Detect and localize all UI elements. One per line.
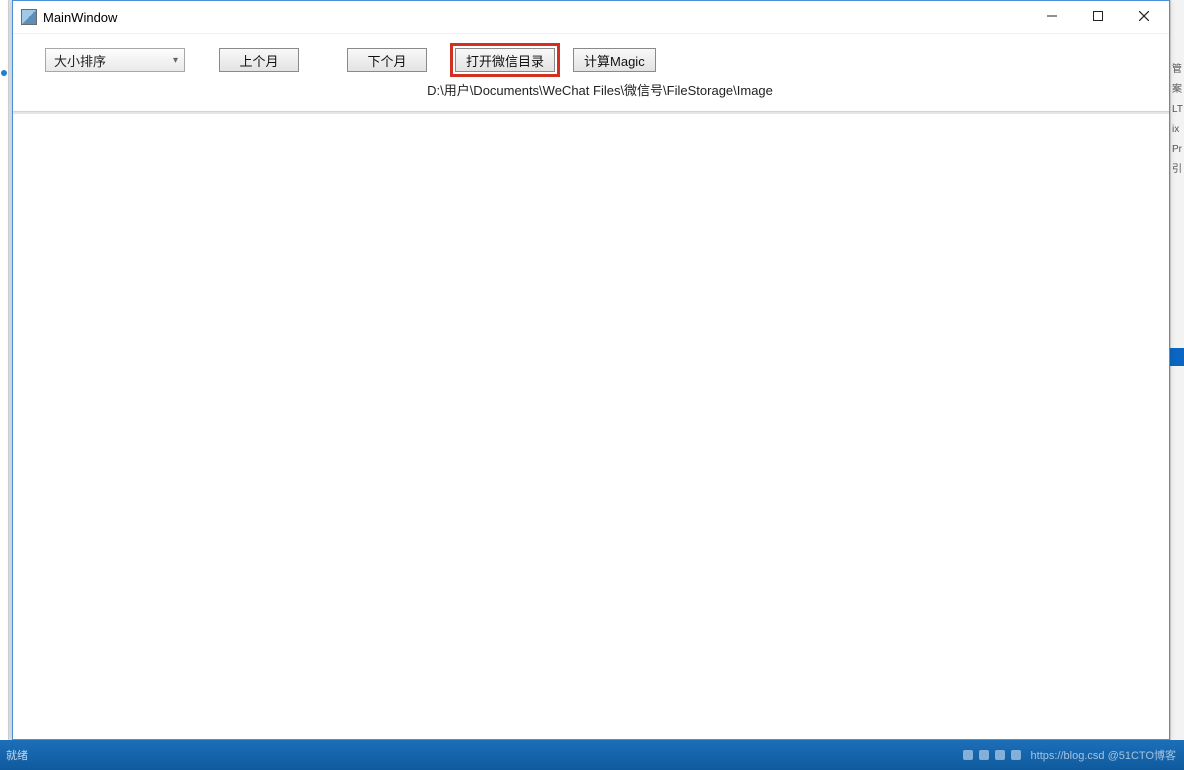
taskbar-status: 就绪 xyxy=(0,747,28,763)
bg-hint: 案 xyxy=(1171,80,1184,100)
prev-month-button[interactable]: 上个月 xyxy=(219,48,299,72)
bg-hint: LT xyxy=(1171,100,1184,120)
close-icon xyxy=(1139,11,1149,21)
bg-hint: Pr xyxy=(1171,140,1184,160)
bg-hint: ix xyxy=(1171,120,1184,140)
main-window: MainWindow 大小排序 ▾ xyxy=(12,0,1170,740)
minimize-icon xyxy=(1047,11,1057,21)
open-wechat-dir-label: 打开微信目录 xyxy=(466,51,544,70)
calc-magic-label: 计算Magic xyxy=(584,51,645,70)
tray-icons[interactable] xyxy=(963,750,1021,760)
prev-month-label: 上个月 xyxy=(239,51,278,70)
tray-icon[interactable] xyxy=(979,750,989,760)
taskbar-right-text: https://blog.csd @51CTO博客 xyxy=(1031,747,1184,763)
next-month-label: 下个月 xyxy=(367,51,406,70)
close-button[interactable] xyxy=(1121,1,1167,31)
next-month-button[interactable]: 下个月 xyxy=(347,48,427,72)
sort-combo[interactable]: 大小排序 ▾ xyxy=(45,48,185,72)
tray-icon[interactable] xyxy=(963,750,973,760)
window-title: MainWindow xyxy=(43,10,117,25)
background-right-panel: 管 案 LT ix Pr 引 xyxy=(1170,0,1184,740)
sort-combo-selected: 大小排序 xyxy=(54,51,106,70)
bg-hint: 引 xyxy=(1171,160,1184,180)
calc-magic-button[interactable]: 计算Magic xyxy=(573,48,656,72)
open-wechat-dir-button[interactable]: 打开微信目录 xyxy=(455,48,555,72)
taskbar[interactable]: 就绪 https://blog.csd @51CTO博客 xyxy=(0,740,1184,770)
titlebar[interactable]: MainWindow xyxy=(13,1,1169,34)
path-display: D:\用户\Documents\WeChat Files\微信号\FileSto… xyxy=(45,80,1155,99)
background-blue-tab xyxy=(1170,348,1184,366)
chevron-down-icon: ▾ xyxy=(173,55,178,66)
toolbar: 大小排序 ▾ 上个月 下个月 打开微信目录 计算Magic xyxy=(13,34,1169,105)
background-indicator-dot xyxy=(1,70,7,76)
tray-icon[interactable] xyxy=(1011,750,1021,760)
bg-hint: 管 xyxy=(1171,60,1184,80)
background-left-panel xyxy=(0,0,9,740)
content-area xyxy=(13,114,1169,739)
maximize-icon xyxy=(1093,11,1103,21)
maximize-button[interactable] xyxy=(1075,1,1121,31)
tray-icon[interactable] xyxy=(995,750,1005,760)
app-icon xyxy=(21,9,37,25)
desktop: 管 案 LT ix Pr 引 MainWindow xyxy=(0,0,1184,770)
minimize-button[interactable] xyxy=(1029,1,1075,31)
window-controls xyxy=(1029,1,1167,33)
